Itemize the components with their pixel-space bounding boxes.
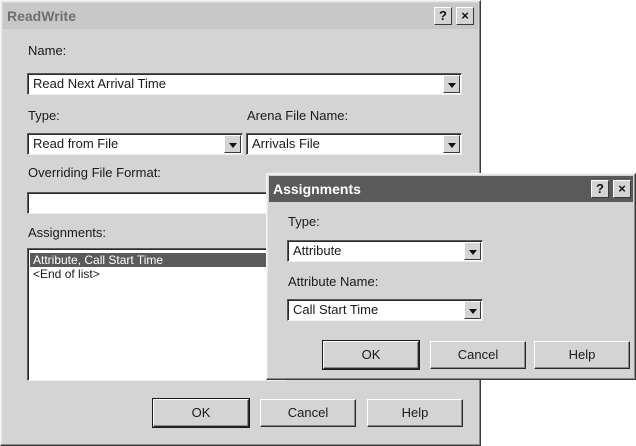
assign-type-label: Type: (288, 214, 320, 229)
attribute-name-label: Attribute Name: (288, 274, 379, 289)
arena-file-label: Arena File Name: (247, 108, 349, 123)
list-item[interactable]: <End of list> (30, 267, 284, 281)
assign-type-combobox[interactable]: Attribute (287, 240, 483, 262)
type-value: Read from File (33, 136, 119, 151)
chevron-down-icon (448, 143, 456, 148)
chevron-down-icon (469, 309, 477, 314)
arena-file-dropdown-button[interactable] (443, 135, 460, 153)
attribute-name-dropdown-button[interactable] (464, 301, 481, 319)
list-item[interactable]: Attribute, Call Start Time (30, 253, 284, 267)
help-button[interactable]: Help (367, 399, 463, 427)
name-value: Read Next Arrival Time (33, 76, 166, 91)
assign-cancel-button[interactable]: Cancel (430, 341, 526, 369)
name-label: Name: (28, 43, 67, 58)
readwrite-title: ReadWrite (7, 8, 76, 24)
name-combobox[interactable]: Read Next Arrival Time (27, 73, 462, 95)
help-icon[interactable]: ? (591, 180, 609, 198)
assign-type-dropdown-button[interactable] (464, 242, 481, 260)
chevron-down-icon (448, 83, 456, 88)
assignments-listbox[interactable]: Attribute, Call Start Time <End of list> (27, 248, 287, 381)
close-icon[interactable]: × (613, 180, 631, 198)
type-label: Type: (28, 108, 60, 123)
ok-button[interactable]: OK (152, 398, 250, 428)
name-dropdown-button[interactable] (443, 75, 460, 93)
arena-file-value: Arrivals File (252, 136, 320, 151)
help-icon[interactable]: ? (434, 7, 452, 25)
assignments-dialog: Assignments ? × Type: Attribute Attribut… (266, 173, 636, 380)
assignments-titlebar[interactable]: Assignments ? × (269, 176, 633, 202)
cancel-button[interactable]: Cancel (260, 399, 356, 427)
arena-file-combobox[interactable]: Arrivals File (246, 133, 462, 155)
assign-ok-button[interactable]: OK (322, 340, 420, 370)
assign-type-value: Attribute (293, 243, 342, 258)
chevron-down-icon (229, 143, 237, 148)
assign-help-button[interactable]: Help (534, 341, 630, 369)
chevron-down-icon (469, 250, 477, 255)
overriding-format-label: Overriding File Format: (28, 165, 161, 180)
overriding-format-input[interactable] (27, 192, 287, 214)
type-combobox[interactable]: Read from File (27, 133, 243, 155)
assignments-label: Assignments: (28, 225, 107, 240)
assignments-title: Assignments (273, 181, 361, 197)
attribute-name-combobox[interactable]: Call Start Time (287, 299, 483, 321)
type-dropdown-button[interactable] (224, 135, 241, 153)
close-icon[interactable]: × (456, 7, 474, 25)
readwrite-titlebar[interactable]: ReadWrite ? × (3, 3, 478, 29)
attribute-name-value: Call Start Time (293, 302, 379, 317)
